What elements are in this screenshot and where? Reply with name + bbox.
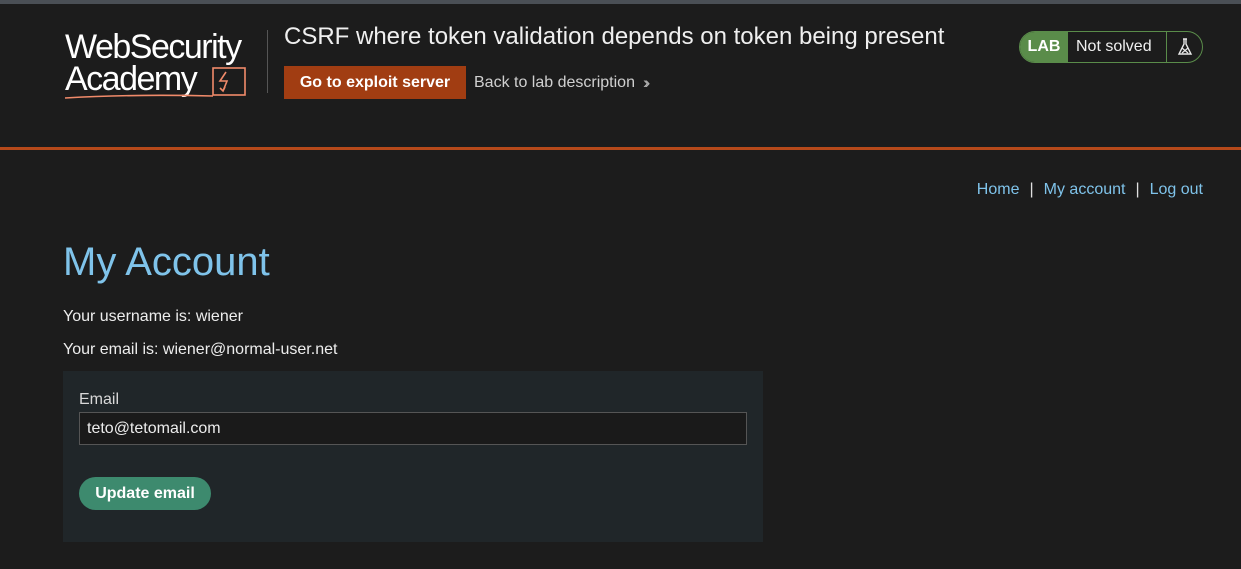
username-text: Your username is: wiener bbox=[63, 308, 243, 325]
exploit-server-button[interactable]: Go to exploit server bbox=[284, 66, 466, 99]
email-input[interactable] bbox=[79, 412, 747, 445]
nav-separator: | bbox=[1029, 181, 1034, 198]
nav-log-out-link[interactable]: Log out bbox=[1150, 181, 1203, 199]
back-to-lab-description-link[interactable]: Back to lab description ›› bbox=[474, 73, 651, 93]
flask-icon bbox=[1166, 32, 1202, 62]
nav-home-link[interactable]: Home bbox=[977, 181, 1020, 199]
lab-header: WebSecurity Academy CSRF where token val… bbox=[0, 4, 1241, 147]
lab-status-text: Not solved bbox=[1076, 38, 1152, 55]
lab-status-widget: LAB Not solved bbox=[1019, 31, 1203, 63]
logo-line2: Academy bbox=[65, 60, 198, 98]
double-chevron-right-icon: ›› bbox=[642, 73, 651, 92]
back-link-label: Back to lab description bbox=[474, 74, 635, 91]
lab-title: CSRF where token validation depends on t… bbox=[284, 23, 945, 50]
email-text: Your email is: wiener@normal-user.net bbox=[63, 341, 338, 358]
top-nav: Home | My account | Log out bbox=[977, 181, 1203, 199]
nav-separator: | bbox=[1135, 181, 1140, 198]
lab-badge: LAB bbox=[1020, 32, 1068, 62]
update-email-button[interactable]: Update email bbox=[79, 477, 211, 510]
academy-logo[interactable]: WebSecurity Academy bbox=[63, 26, 268, 102]
email-label: Email bbox=[79, 391, 120, 408]
header-divider bbox=[267, 30, 268, 93]
nav-my-account-link[interactable]: My account bbox=[1044, 181, 1126, 199]
header-rule bbox=[0, 147, 1241, 150]
page-title: My Account bbox=[63, 240, 270, 284]
change-email-form: Email Update email bbox=[63, 371, 763, 542]
